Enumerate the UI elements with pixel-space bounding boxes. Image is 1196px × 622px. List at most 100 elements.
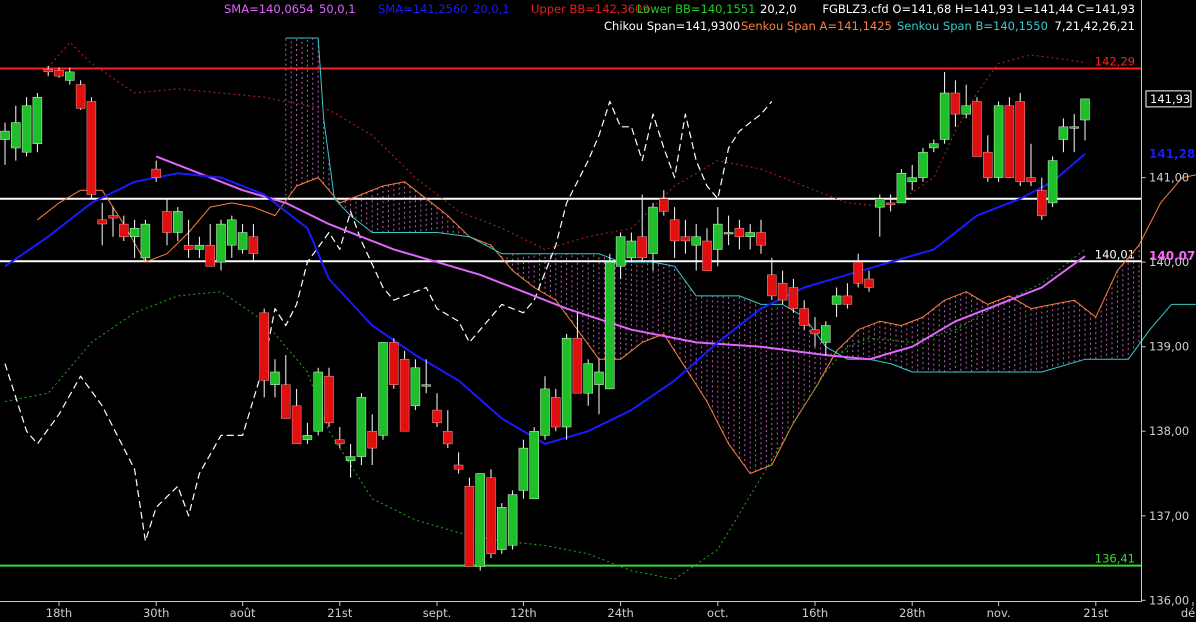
candle-body[interactable]: [86, 101, 97, 195]
candle-body[interactable]: [605, 261, 615, 390]
candle-body[interactable]: [183, 244, 194, 250]
candle-body[interactable]: [918, 151, 928, 178]
candle-body[interactable]: [853, 261, 863, 284]
candle-body[interactable]: [810, 329, 820, 335]
candle-body[interactable]: [777, 282, 788, 301]
candle-body[interactable]: [1037, 189, 1047, 216]
candle-body[interactable]: [75, 84, 86, 109]
candle-body[interactable]: [507, 494, 518, 546]
candle-body[interactable]: [1004, 105, 1015, 178]
candle-body[interactable]: [464, 485, 475, 567]
candle-body[interactable]: [1069, 126, 1079, 129]
candle-body[interactable]: [443, 430, 453, 445]
candle-body[interactable]: [421, 384, 431, 387]
candle-body[interactable]: [896, 173, 907, 204]
candle-body[interactable]: [205, 244, 215, 267]
candle-body[interactable]: [216, 223, 226, 263]
candle-body[interactable]: [410, 367, 421, 407]
candle-body[interactable]: [162, 211, 172, 233]
candle-body[interactable]: [335, 439, 345, 445]
price-chart[interactable]: 142,29140,01136,41 136,00137,00138,00139…: [0, 0, 1196, 622]
candle-body[interactable]: [551, 397, 561, 428]
candle-body[interactable]: [497, 507, 507, 550]
candle-body[interactable]: [540, 388, 550, 436]
candle-body[interactable]: [389, 342, 399, 385]
candle-body[interactable]: [950, 92, 961, 115]
candle-body[interactable]: [680, 236, 691, 242]
candle-body[interactable]: [313, 371, 323, 432]
candle-body[interactable]: [108, 215, 118, 219]
candle-body[interactable]: [799, 308, 809, 326]
candle-body[interactable]: [788, 287, 799, 309]
candle-body[interactable]: [583, 363, 593, 394]
candle-body[interactable]: [529, 430, 539, 500]
candle-body[interactable]: [939, 92, 950, 140]
candle-body[interactable]: [734, 228, 745, 238]
candle-body[interactable]: [32, 96, 43, 144]
candle-body[interactable]: [745, 232, 755, 237]
candle-body[interactable]: [615, 236, 626, 267]
candle-body[interactable]: [173, 211, 183, 233]
candle-body[interactable]: [345, 456, 356, 462]
candle-body[interactable]: [831, 295, 842, 305]
candle-body[interactable]: [594, 371, 604, 385]
candle-body[interactable]: [929, 143, 939, 149]
candle-body[interactable]: [21, 105, 32, 153]
candle-body[interactable]: [151, 168, 161, 178]
candle-body[interactable]: [723, 232, 734, 235]
candle-body[interactable]: [983, 151, 993, 178]
candle-body[interactable]: [961, 105, 971, 115]
candle-body[interactable]: [227, 219, 237, 246]
candle-body[interactable]: [129, 228, 140, 238]
candle-body[interactable]: [659, 198, 669, 212]
candle-body[interactable]: [907, 177, 917, 183]
candle-body[interactable]: [864, 278, 874, 288]
candle-body[interactable]: [281, 384, 291, 419]
candle-body[interactable]: [248, 236, 259, 254]
candle-body[interactable]: [875, 198, 885, 208]
candle-body[interactable]: [194, 244, 205, 250]
candle-body[interactable]: [54, 69, 64, 77]
candle-body[interactable]: [291, 405, 302, 445]
candle-body[interactable]: [119, 223, 129, 238]
candle-body[interactable]: [0, 130, 10, 140]
candle-body[interactable]: [767, 274, 777, 297]
candle-body[interactable]: [702, 240, 712, 271]
candle-body[interactable]: [43, 69, 53, 73]
candle-body[interactable]: [821, 325, 831, 343]
candle-body[interactable]: [1026, 177, 1036, 183]
candle-body[interactable]: [453, 464, 464, 470]
candle-body[interactable]: [1058, 126, 1069, 140]
candle-body[interactable]: [475, 473, 485, 567]
candle-body[interactable]: [756, 232, 766, 246]
candle-body[interactable]: [572, 337, 583, 394]
candle-body[interactable]: [378, 342, 388, 436]
candle-body[interactable]: [993, 105, 1004, 178]
candle-body[interactable]: [713, 223, 723, 250]
candle-body[interactable]: [432, 409, 442, 424]
candle-body[interactable]: [237, 232, 248, 250]
candle-body[interactable]: [1015, 101, 1025, 183]
candle-body[interactable]: [691, 236, 701, 246]
candle-body[interactable]: [972, 101, 982, 157]
candle-body[interactable]: [842, 295, 853, 305]
candle-body[interactable]: [302, 435, 313, 440]
candle-body[interactable]: [65, 71, 75, 81]
candle-body[interactable]: [648, 206, 658, 254]
candle-body[interactable]: [97, 219, 107, 225]
candle-body[interactable]: [356, 397, 367, 457]
candle-body[interactable]: [1047, 160, 1058, 204]
candle-body[interactable]: [518, 447, 529, 491]
candle-body[interactable]: [669, 219, 680, 242]
candle-body[interactable]: [11, 122, 21, 149]
candle-body[interactable]: [1080, 98, 1090, 121]
candle-body[interactable]: [885, 202, 896, 205]
candle-body[interactable]: [399, 359, 410, 432]
candle-body[interactable]: [486, 477, 496, 555]
candle-body[interactable]: [270, 371, 280, 385]
candle-body[interactable]: [637, 236, 647, 259]
candle-body[interactable]: [367, 430, 377, 449]
candle-body[interactable]: [626, 240, 637, 259]
candle-body[interactable]: [259, 312, 269, 381]
candle-body[interactable]: [140, 223, 151, 259]
